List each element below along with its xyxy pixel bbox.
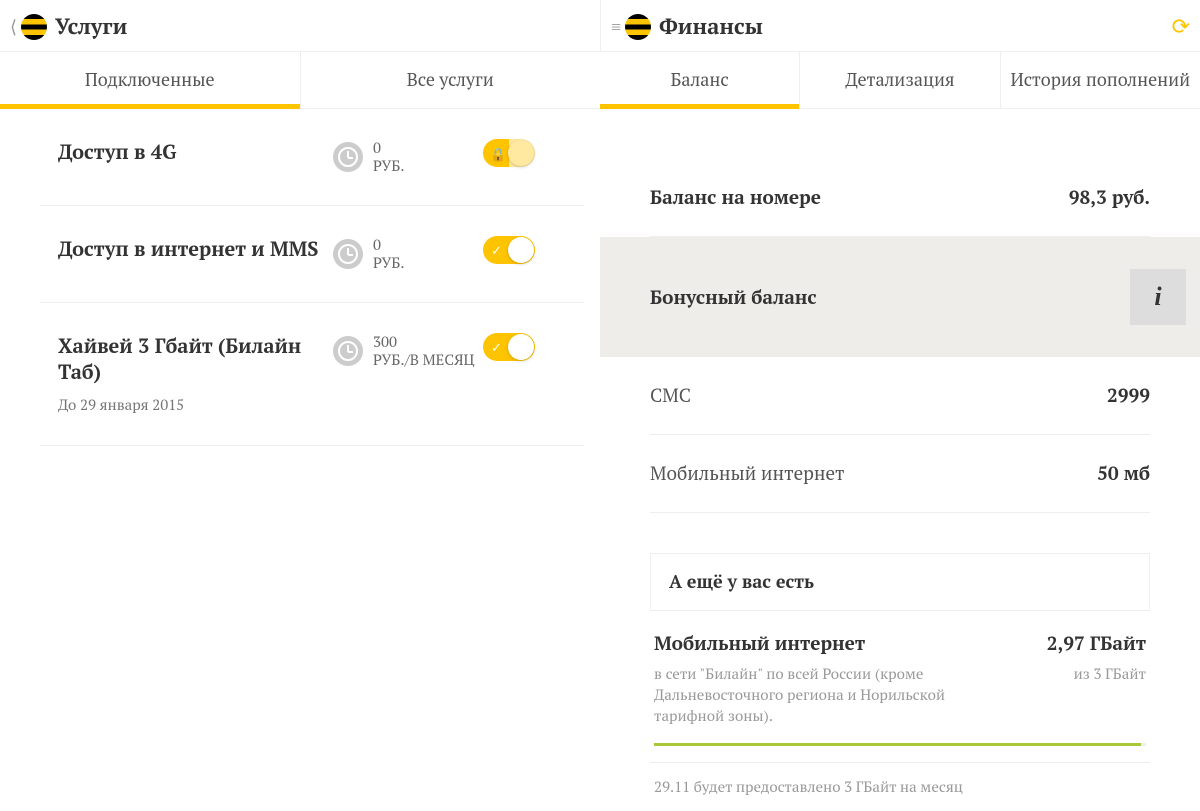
back-icon[interactable]: ⟨ bbox=[10, 15, 17, 39]
sms-row[interactable]: СМС 2999 bbox=[650, 357, 1150, 435]
tab-connected[interactable]: Подключенные bbox=[0, 52, 301, 108]
menu-icon[interactable]: ≡ bbox=[611, 15, 621, 39]
check-icon: ✓ bbox=[491, 338, 502, 356]
balance-row[interactable]: Баланс на номере 98,3 руб. bbox=[650, 159, 1150, 237]
progress-fill bbox=[654, 743, 1141, 746]
extra-footer: 29.11 будет предоставлено 3 ГБайт на мес… bbox=[650, 763, 1150, 811]
service-row[interactable]: Доступ в 4G 0РУБ. 🔒 bbox=[40, 109, 584, 206]
extra-desc: в сети "Билайн" по всей России (кроме Да… bbox=[654, 664, 994, 727]
left-header: ⟨ Услуги bbox=[0, 0, 600, 51]
extra-section: А ещё у вас есть Мобильный интернет 2,97… bbox=[650, 553, 1150, 811]
clock-icon bbox=[333, 336, 363, 366]
right-tabs: Баланс Детализация История пополнений bbox=[600, 51, 1200, 109]
extra-of: из 3 ГБайт bbox=[1074, 664, 1146, 727]
beeline-logo bbox=[625, 14, 651, 40]
info-icon[interactable]: i bbox=[1130, 269, 1186, 325]
service-toggle[interactable]: ✓ bbox=[483, 236, 535, 264]
tab-history[interactable]: История пополнений bbox=[1001, 52, 1200, 108]
left-tabs: Подключенные Все услуги bbox=[0, 51, 600, 109]
service-title: Хайвей 3 Гбайт (Билайн Таб) bbox=[58, 333, 333, 385]
tab-balance[interactable]: Баланс bbox=[600, 52, 800, 108]
service-price: 0РУБ. bbox=[373, 236, 405, 272]
extra-body[interactable]: Мобильный интернет 2,97 ГБайт в сети "Би… bbox=[650, 611, 1150, 763]
lock-icon: 🔒 bbox=[490, 145, 506, 163]
services-list: Доступ в 4G 0РУБ. 🔒 Доступ в интернет и … bbox=[0, 109, 600, 446]
tab-all-services[interactable]: Все услуги bbox=[301, 52, 601, 108]
clock-icon bbox=[333, 142, 363, 172]
service-price: 300РУБ./В МЕСЯЦ bbox=[373, 333, 475, 369]
check-icon: ✓ bbox=[491, 241, 502, 259]
sms-label: СМС bbox=[650, 383, 691, 408]
service-toggle[interactable]: 🔒 bbox=[483, 139, 535, 167]
extra-header: А ещё у вас есть bbox=[650, 553, 1150, 611]
bonus-label: Бонусный баланс bbox=[650, 285, 817, 310]
tab-details[interactable]: Детализация bbox=[800, 52, 1000, 108]
internet-label: Мобильный интернет bbox=[650, 461, 845, 486]
right-header: ≡ Финансы ⟳ bbox=[600, 0, 1200, 51]
refresh-icon[interactable]: ⟳ bbox=[1172, 12, 1190, 41]
service-price: 0РУБ. bbox=[373, 139, 405, 175]
service-title: Доступ в 4G bbox=[58, 139, 333, 165]
service-row[interactable]: Хайвей 3 Гбайт (Билайн Таб) До 29 января… bbox=[40, 303, 584, 446]
clock-icon bbox=[333, 239, 363, 269]
progress-bar bbox=[654, 743, 1146, 746]
bonus-row[interactable]: Бонусный баланс i bbox=[600, 237, 1200, 357]
extra-title: Мобильный интернет bbox=[654, 631, 865, 656]
beeline-logo bbox=[21, 14, 47, 40]
balance-value: 98,3 руб. bbox=[1069, 185, 1150, 210]
service-row[interactable]: Доступ в интернет и MMS 0РУБ. ✓ bbox=[40, 206, 584, 303]
internet-row[interactable]: Мобильный интернет 50 мб bbox=[650, 435, 1150, 513]
internet-value: 50 мб bbox=[1097, 461, 1150, 486]
service-subtitle: До 29 января 2015 bbox=[58, 395, 333, 415]
balance-label: Баланс на номере bbox=[650, 185, 821, 210]
sms-value: 2999 bbox=[1107, 383, 1150, 408]
left-title: Услуги bbox=[55, 12, 127, 41]
balance-section: Баланс на номере 98,3 руб. Бонусный бала… bbox=[600, 109, 1200, 811]
right-title: Финансы bbox=[659, 12, 763, 41]
extra-amount: 2,97 ГБайт bbox=[1047, 631, 1146, 656]
service-title: Доступ в интернет и MMS bbox=[58, 236, 333, 262]
service-toggle[interactable]: ✓ bbox=[483, 333, 535, 361]
